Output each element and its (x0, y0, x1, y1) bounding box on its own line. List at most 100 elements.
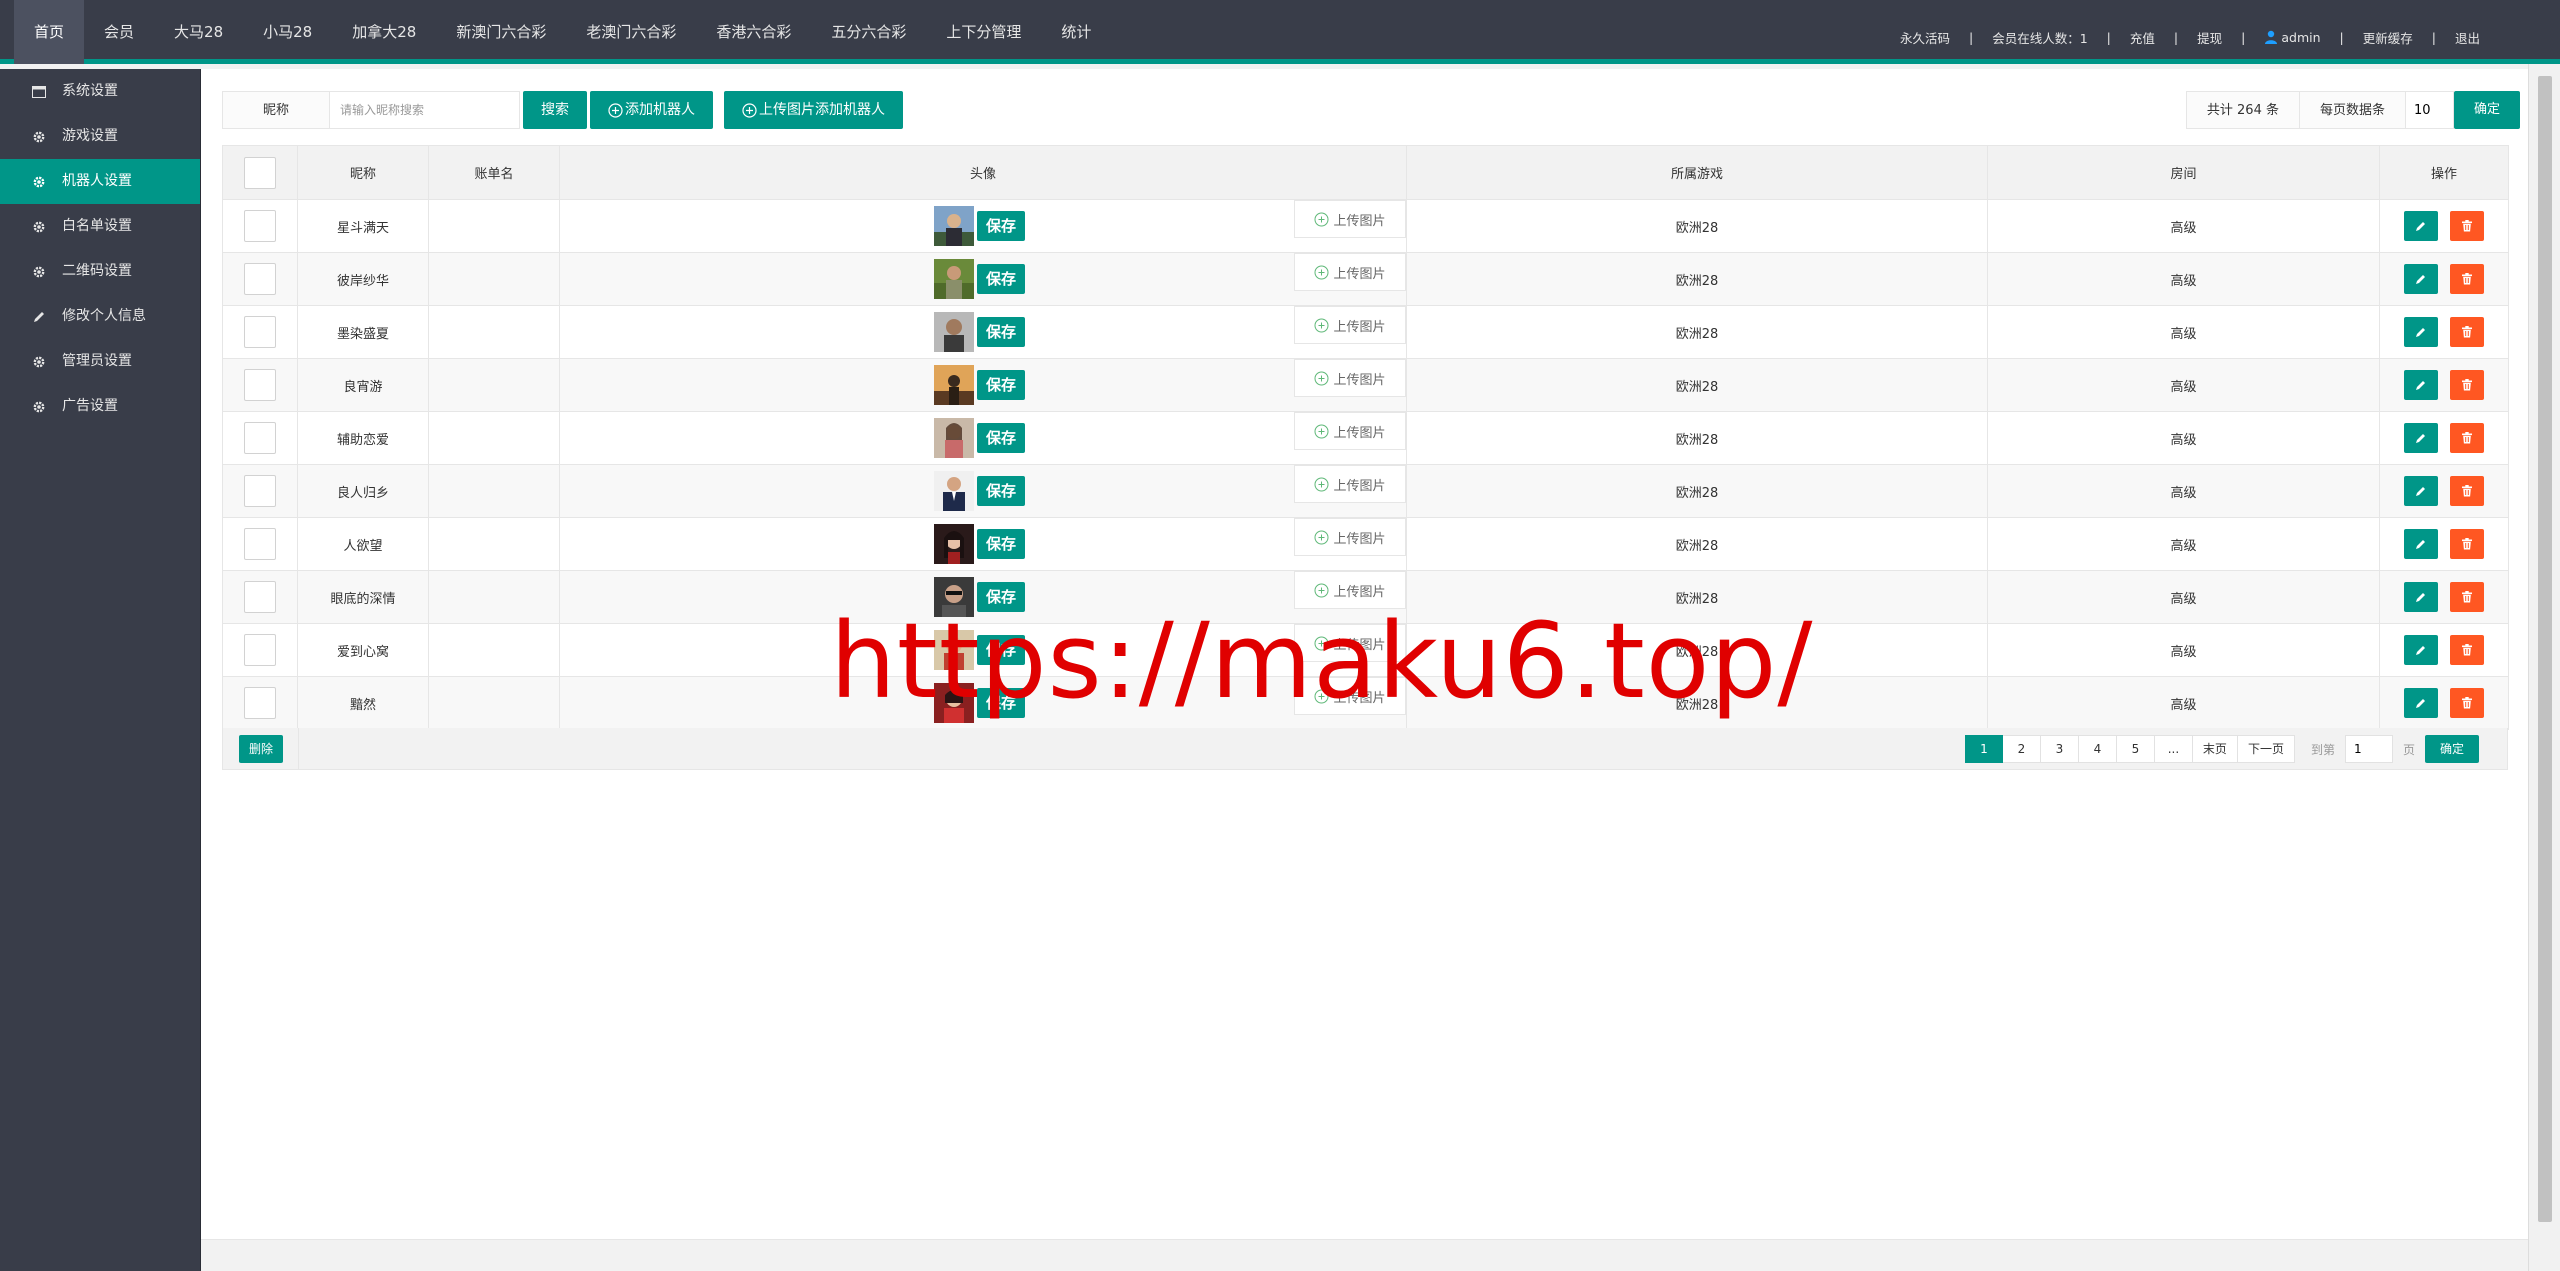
logout-link[interactable]: 退出 (2455, 28, 2480, 47)
edit-button[interactable] (2404, 476, 2438, 506)
edit-button[interactable] (2404, 529, 2438, 559)
next-page-button[interactable]: 下一页 (2237, 735, 2295, 763)
nav-item-points-management[interactable]: 上下分管理 (926, 0, 1041, 64)
bulk-delete-button[interactable]: 删除 (239, 735, 284, 763)
edit-button[interactable] (2404, 370, 2438, 400)
upload-image-button[interactable]: 上传图片 (1294, 465, 1406, 503)
edit-button[interactable] (2404, 582, 2438, 612)
sidebar-item-robot-settings[interactable]: 机器人设置 (0, 159, 200, 204)
delete-button[interactable] (2450, 211, 2484, 241)
scrollbar-thumb[interactable] (2538, 76, 2552, 1222)
edit-button[interactable] (2404, 635, 2438, 665)
upload-image-button[interactable]: 上传图片 (1294, 571, 1406, 609)
nav-item-hk-lottery[interactable]: 香港六合彩 (696, 0, 811, 64)
goto-page-input[interactable] (2344, 735, 2393, 763)
user-menu[interactable]: admin (2264, 30, 2321, 45)
per-page-input[interactable] (2405, 91, 2454, 129)
column-header-avatar[interactable]: 头像 (559, 145, 1407, 200)
save-avatar-button[interactable]: 保存 (977, 370, 1026, 400)
row-checkbox[interactable] (244, 528, 276, 560)
page-1-button[interactable]: 1 (1964, 735, 2003, 763)
row-checkbox[interactable] (244, 369, 276, 401)
nav-item-old-macau-lottery[interactable]: 老澳门六合彩 (566, 0, 696, 64)
row-checkbox[interactable] (244, 581, 276, 613)
save-avatar-button[interactable]: 保存 (977, 423, 1026, 453)
save-avatar-button[interactable]: 保存 (977, 476, 1026, 506)
add-robot-button[interactable]: 添加机器人 (590, 91, 713, 129)
column-header-nickname[interactable]: 昵称 (297, 145, 429, 200)
save-avatar-button[interactable]: 保存 (977, 635, 1026, 665)
delete-button[interactable] (2450, 582, 2484, 612)
sidebar-item-system-settings[interactable]: 系统设置 (0, 69, 200, 114)
page-3-button[interactable]: 3 (2040, 735, 2079, 763)
page-4-button[interactable]: 4 (2078, 735, 2117, 763)
save-avatar-button[interactable]: 保存 (977, 317, 1026, 347)
upload-image-button[interactable]: 上传图片 (1294, 412, 1406, 450)
upload-image-button[interactable]: 上传图片 (1294, 253, 1406, 291)
select-all-checkbox[interactable] (244, 156, 276, 189)
row-checkbox[interactable] (244, 634, 276, 666)
upload-image-button[interactable]: 上传图片 (1294, 306, 1406, 344)
row-checkbox[interactable] (244, 422, 276, 454)
upload-image-button[interactable]: 上传图片 (1294, 518, 1406, 556)
sidebar-item-whitelist-settings[interactable]: 白名单设置 (0, 204, 200, 249)
delete-button[interactable] (2450, 264, 2484, 294)
save-avatar-button[interactable]: 保存 (977, 211, 1026, 241)
row-checkbox[interactable] (244, 316, 276, 348)
delete-button[interactable] (2450, 423, 2484, 453)
sidebar-item-ad-settings[interactable]: 广告设置 (0, 384, 200, 429)
nav-item-statistics[interactable]: 统计 (1041, 0, 1111, 64)
nav-item-new-macau-lottery[interactable]: 新澳门六合彩 (436, 0, 566, 64)
page-2-button[interactable]: 2 (2002, 735, 2041, 763)
delete-button[interactable] (2450, 529, 2484, 559)
delete-button[interactable] (2450, 635, 2484, 665)
goto-page-button[interactable]: 确定 (2424, 735, 2479, 763)
upload-image-button[interactable]: 上传图片 (1294, 200, 1406, 238)
nickname-search-input[interactable] (330, 91, 520, 129)
upload-image-button[interactable]: 上传图片 (1294, 677, 1406, 715)
sidebar-item-edit-profile[interactable]: 修改个人信息 (0, 294, 200, 339)
column-header-room[interactable]: 房间 (1987, 145, 2380, 200)
nav-item-home[interactable]: 首页 (14, 0, 85, 64)
column-header-game[interactable]: 所属游戏 (1406, 145, 1988, 200)
permanent-code-link[interactable]: 永久活码 (1900, 28, 1950, 47)
column-header-actions[interactable]: 操作 (2379, 145, 2509, 200)
per-page-confirm-button[interactable]: 确定 (2453, 91, 2520, 129)
nav-item-canada28[interactable]: 加拿大28 (332, 0, 436, 64)
upload-image-button[interactable]: 上传图片 (1294, 359, 1406, 397)
nav-item-dama28[interactable]: 大马28 (154, 0, 243, 64)
upload-image-button[interactable]: 上传图片 (1294, 624, 1406, 662)
column-header-bill-name[interactable]: 账单名 (428, 145, 560, 200)
nav-item-xiaoma28[interactable]: 小马28 (243, 0, 332, 64)
save-avatar-button[interactable]: 保存 (977, 529, 1026, 559)
row-checkbox[interactable] (244, 475, 276, 507)
search-button[interactable]: 搜索 (523, 91, 587, 129)
edit-button[interactable] (2404, 688, 2438, 718)
sidebar-item-qrcode-settings[interactable]: 二维码设置 (0, 249, 200, 294)
refresh-cache-link[interactable]: 更新缓存 (2363, 28, 2413, 47)
save-avatar-button[interactable]: 保存 (977, 264, 1026, 294)
last-page-button[interactable]: 末页 (2192, 735, 2238, 763)
withdraw-link[interactable]: 提现 (2197, 28, 2222, 47)
save-avatar-button[interactable]: 保存 (977, 688, 1026, 718)
row-checkbox[interactable] (244, 263, 276, 295)
recharge-link[interactable]: 充值 (2130, 28, 2155, 47)
delete-button[interactable] (2450, 476, 2484, 506)
vertical-scrollbar[interactable] (2528, 64, 2560, 1271)
delete-button[interactable] (2450, 317, 2484, 347)
edit-button[interactable] (2404, 317, 2438, 347)
row-checkbox[interactable] (244, 687, 276, 719)
edit-button[interactable] (2404, 423, 2438, 453)
delete-button[interactable] (2450, 688, 2484, 718)
sidebar-item-admin-settings[interactable]: 管理员设置 (0, 339, 200, 384)
nav-item-members[interactable]: 会员 (84, 0, 154, 64)
edit-button[interactable] (2404, 211, 2438, 241)
upload-add-robot-button[interactable]: 上传图片添加机器人 (724, 91, 903, 129)
edit-button[interactable] (2404, 264, 2438, 294)
page-5-button[interactable]: 5 (2116, 735, 2155, 763)
sidebar-item-game-settings[interactable]: 游戏设置 (0, 114, 200, 159)
delete-button[interactable] (2450, 370, 2484, 400)
row-checkbox[interactable] (244, 210, 276, 242)
nav-item-five-min-lottery[interactable]: 五分六合彩 (811, 0, 926, 64)
save-avatar-button[interactable]: 保存 (977, 582, 1026, 612)
